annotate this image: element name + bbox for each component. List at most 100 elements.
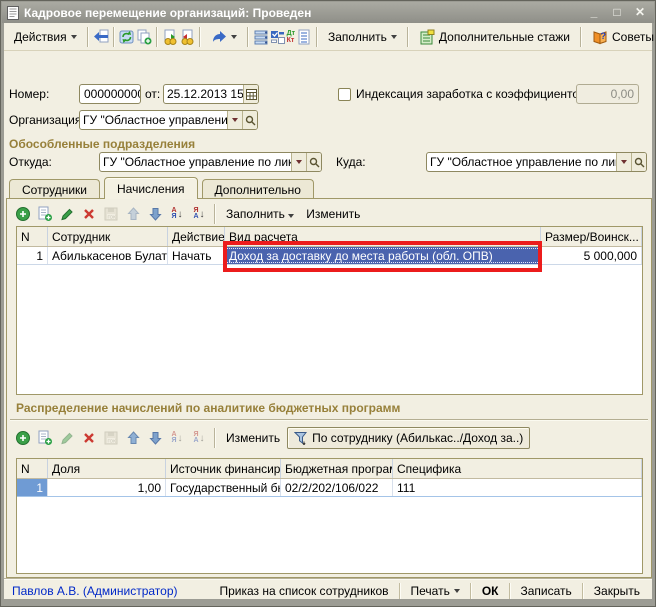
column-header[interactable]: Сотрудник [48,227,168,246]
end-edit-icon: ГОК [103,206,119,222]
copy-row-button[interactable] [35,204,55,224]
to-search-button[interactable] [631,153,646,171]
copy-add-button[interactable] [136,26,152,48]
from-dropdown-button[interactable] [291,153,306,171]
column-header[interactable]: Вид расчета [225,227,541,246]
add-row-button[interactable] [13,204,33,224]
edit-row-button[interactable] [57,204,77,224]
from-label: Откуда: [9,152,52,172]
toolbar-separator [214,204,216,224]
tab-accruals[interactable]: Начисления [104,177,198,199]
reread-icon [93,29,109,45]
close-button[interactable]: ✕ [631,5,649,20]
maximize-button[interactable]: □ [608,5,626,20]
arrow-down-icon [149,431,162,445]
register-records-button[interactable] [296,26,312,48]
sort-descending-button[interactable]: ЯА↓ [189,204,209,224]
copy-row-button[interactable] [35,428,55,448]
cell-funding-source[interactable]: Государственный бюджет [166,479,281,496]
sort-ascending-button[interactable]: АЯ↓ [167,204,187,224]
to-select[interactable]: ГУ "Областное управление по ликви [426,152,647,172]
column-header[interactable]: N [17,459,48,478]
organization-search-button[interactable] [242,111,257,129]
additional-experience-button[interactable]: Дополнительные стажи [413,26,576,48]
cell-specifics[interactable]: 111 [393,479,642,496]
edit-row-button[interactable] [57,428,77,448]
from-search-button[interactable] [306,153,321,171]
cell-action[interactable]: Начать [168,247,225,264]
by-employee-filter-button[interactable]: По сотруднику (Абилькас../Доход за..) [287,427,530,449]
distribution-change-button[interactable]: Изменить [221,429,285,447]
dt-kt-icon: ДтКт [287,30,295,44]
set-flags-button[interactable] [270,26,286,48]
tips-book-icon: ? [592,29,608,45]
column-header[interactable]: Доля [48,459,166,478]
cell-amount[interactable]: 5 000,000 [541,247,642,264]
column-header[interactable]: Источник финансирован... [166,459,281,478]
refresh-icon [119,29,135,45]
sort-descending-button[interactable]: ЯА↓ [189,428,209,448]
tab-bar: Сотрудники Начисления Дополнительно [9,177,318,199]
toolbar-separator [87,27,89,47]
fill-button[interactable]: Заполнить [322,26,403,48]
sort-ascending-button[interactable]: АЯ↓ [167,428,187,448]
toolbar-separator [407,27,409,47]
order-list-button[interactable]: Приказ на список сотрудников [215,582,392,600]
end-edit-button[interactable]: ГОК [101,428,121,448]
actions-button[interactable]: Действия [8,26,83,48]
cell-share[interactable]: 1,00 [48,479,166,496]
number-input[interactable]: 00000000001 [79,84,141,104]
column-header[interactable]: N [17,227,48,246]
current-user-link[interactable]: Павлов А.В. (Администратор) [12,584,178,598]
minimize-button[interactable]: _ [585,5,603,20]
toolbar-separator [247,27,249,47]
from-select[interactable]: ГУ "Областное управление по ликви [99,152,322,172]
column-header[interactable]: Специфика [393,459,642,478]
table-row[interactable]: 1 Абилькасенов Булат Ома... Начать Доход… [17,247,642,265]
column-header[interactable]: Бюджетная программа [281,459,393,478]
tab-additional[interactable]: Дополнительно [202,179,314,199]
go-to-button[interactable] [205,26,243,48]
move-up-button[interactable] [123,204,143,224]
date-input[interactable]: 25.12.2013 15:21:14 [163,84,259,104]
structure-icon [253,29,269,45]
move-down-button[interactable] [145,428,165,448]
table-row[interactable]: 1 1,00 Государственный бюджет 02/2/202/1… [17,479,642,497]
move-down-button[interactable] [145,204,165,224]
column-header[interactable]: Размер/Воинск... [541,227,642,246]
delete-row-button[interactable] [79,428,99,448]
chevron-down-icon [232,118,238,122]
end-edit-button[interactable]: ГОК [101,204,121,224]
structure-button[interactable] [253,26,269,48]
ok-button[interactable]: ОК [478,582,503,600]
print-button[interactable]: Печать [407,582,464,600]
to-dropdown-button[interactable] [616,153,631,171]
organization-label: Организация: [9,110,85,130]
close-form-button[interactable]: Закрыть [590,582,644,600]
accruals-fill-button[interactable]: Заполнить [221,205,299,223]
tips-button[interactable]: ? Советы [586,26,656,48]
reread-button[interactable] [93,26,109,48]
cell-employee[interactable]: Абилькасенов Булат Ома... [48,247,168,264]
cell-calculation-type-selected[interactable]: Доход за доставку до места работы (обл. … [225,247,541,264]
move-up-button[interactable] [123,428,143,448]
cell-number[interactable]: 1 [17,247,48,264]
postings-button[interactable]: ДтКт [287,26,295,48]
post-document-icon [162,29,178,45]
post-document-button[interactable] [162,26,178,48]
add-row-button[interactable] [13,428,33,448]
cell-number[interactable]: 1 [17,479,48,496]
save-button[interactable]: Записать [517,582,576,600]
accruals-change-button[interactable]: Изменить [301,205,365,223]
calendar-button[interactable] [243,85,258,103]
tab-employees[interactable]: Сотрудники [9,179,100,199]
organization-select[interactable]: ГУ "Областное управление по ликви [79,110,258,130]
unpost-document-button[interactable] [179,26,195,48]
organization-dropdown-button[interactable] [227,111,242,129]
footer: Павлов А.В. (Администратор) Приказ на сп… [4,580,652,601]
indexation-checkbox[interactable] [338,88,351,101]
cell-budget-program[interactable]: 02/2/202/106/022 [281,479,393,496]
column-header[interactable]: Действие [168,227,225,246]
refresh-button[interactable] [119,26,135,48]
delete-row-button[interactable] [79,204,99,224]
